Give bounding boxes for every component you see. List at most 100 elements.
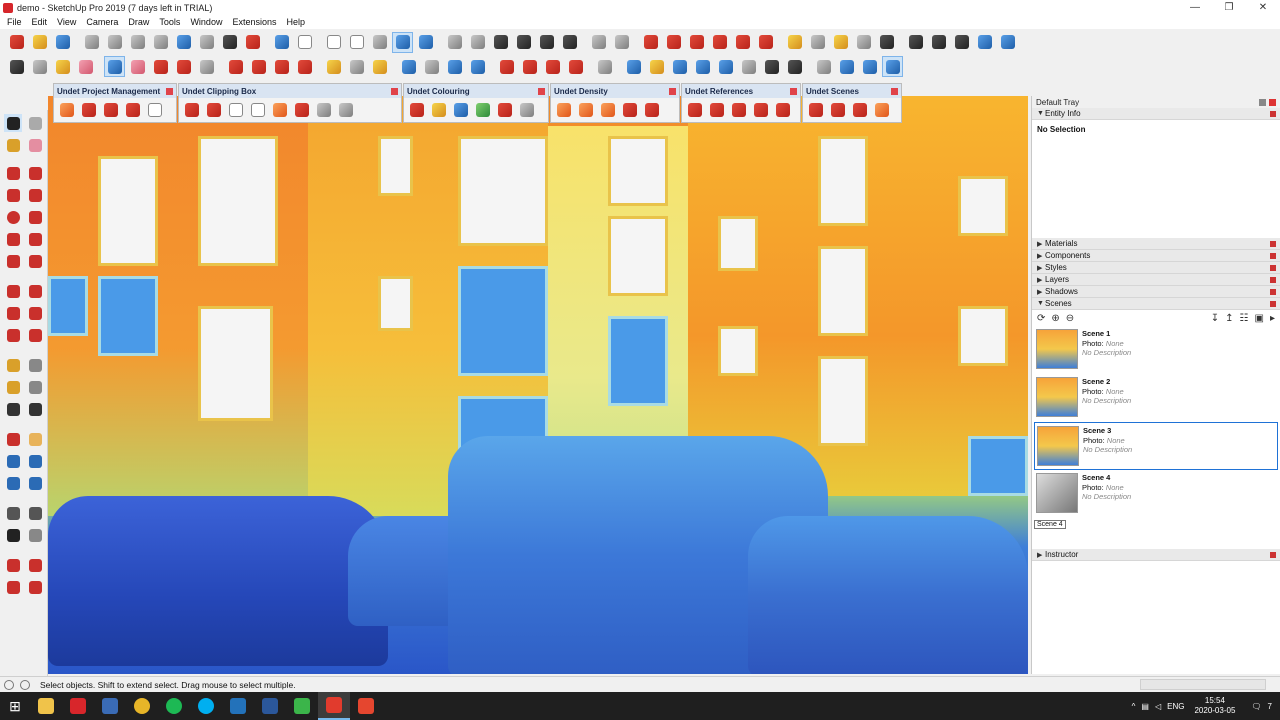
- monochrome-icon[interactable]: [415, 32, 436, 53]
- cut-icon[interactable]: [81, 32, 102, 53]
- position-camera-icon[interactable]: [594, 56, 615, 77]
- select-tool-icon[interactable]: [104, 56, 125, 77]
- offset-icon[interactable]: [755, 32, 776, 53]
- input-language[interactable]: ENG: [1167, 702, 1184, 711]
- two-point-arc-icon[interactable]: [26, 230, 44, 248]
- close-icon[interactable]: [1270, 111, 1276, 117]
- zoom-extents-icon[interactable]: [467, 56, 488, 77]
- windows-start-icon[interactable]: ⊞: [0, 692, 30, 720]
- copy-icon[interactable]: [104, 32, 125, 53]
- maximize-button[interactable]: ❐: [1212, 0, 1246, 15]
- paste-icon[interactable]: [127, 32, 148, 53]
- push-pull-icon[interactable]: [663, 32, 684, 53]
- scene-add-icon[interactable]: [806, 100, 826, 120]
- new-icon[interactable]: [6, 32, 27, 53]
- rotate-tool-icon[interactable]: [271, 56, 292, 77]
- dimension-icon[interactable]: [807, 32, 828, 53]
- layout-icon[interactable]: [997, 32, 1018, 53]
- text-icon[interactable]: [853, 32, 874, 53]
- scene-update-icon[interactable]: [828, 100, 848, 120]
- scene-item[interactable]: Scene 2 Photo: None No Description: [1034, 374, 1278, 422]
- axes-icon[interactable]: [876, 32, 897, 53]
- geo-location-icon[interactable]: [859, 56, 880, 77]
- menu-window[interactable]: Window: [185, 17, 227, 27]
- info-icon[interactable]: [20, 679, 30, 690]
- top-view-icon[interactable]: [467, 32, 488, 53]
- make-component-icon[interactable]: [29, 56, 50, 77]
- make-component-icon[interactable]: [26, 114, 44, 132]
- circle-icon[interactable]: [4, 208, 22, 226]
- clip-point-icon[interactable]: [204, 100, 224, 120]
- close-icon[interactable]: [669, 87, 676, 95]
- colour-height-icon[interactable]: [451, 100, 471, 120]
- warehouse-icon[interactable]: [928, 32, 949, 53]
- eraser-icon[interactable]: [75, 56, 96, 77]
- scale-icon[interactable]: [4, 326, 22, 344]
- zoom-extents-tool-icon[interactable]: [738, 56, 759, 77]
- orbit-icon[interactable]: [398, 56, 419, 77]
- panel-shadows[interactable]: ▶ Shadows: [1032, 286, 1280, 298]
- look-around-icon[interactable]: [26, 504, 44, 522]
- move-scene-up-icon[interactable]: ↥: [1225, 313, 1233, 324]
- menu-draw[interactable]: Draw: [123, 17, 154, 27]
- polygon-icon[interactable]: [26, 208, 44, 226]
- orbit-icon[interactable]: [4, 430, 22, 448]
- front-view-icon[interactable]: [490, 32, 511, 53]
- menu-camera[interactable]: Camera: [81, 17, 123, 27]
- line-icon[interactable]: [4, 164, 22, 182]
- follow-me-icon[interactable]: [709, 32, 730, 53]
- select-icon[interactable]: [4, 114, 22, 132]
- back-view-icon[interactable]: [536, 32, 557, 53]
- camtasia-icon[interactable]: [286, 692, 318, 720]
- clock[interactable]: 15:54 2020-03-05: [1194, 696, 1235, 716]
- undo-icon[interactable]: [173, 32, 194, 53]
- clip-icon[interactable]: [182, 100, 202, 120]
- arc-icon[interactable]: [173, 56, 194, 77]
- close-icon[interactable]: [166, 87, 173, 95]
- clip-plane-icon[interactable]: [270, 100, 290, 120]
- close-icon[interactable]: [538, 87, 545, 95]
- scene-item-selected[interactable]: Scene 3 Photo: None No Description: [1034, 422, 1278, 470]
- text-tool-icon[interactable]: [346, 56, 367, 77]
- notifications-icon[interactable]: 🗨: [1251, 702, 1261, 711]
- menu-help[interactable]: Help: [281, 17, 310, 27]
- move-icon[interactable]: [640, 32, 661, 53]
- wireframe-icon[interactable]: [323, 32, 344, 53]
- scene-play-icon[interactable]: [872, 100, 892, 120]
- remove-scene-icon[interactable]: ⊖: [1066, 313, 1074, 324]
- tape-measure-icon[interactable]: [4, 356, 22, 374]
- zoom-icon[interactable]: [444, 56, 465, 77]
- pin-icon[interactable]: [1259, 98, 1266, 106]
- rectangle-icon[interactable]: [196, 56, 217, 77]
- panel-entity-info[interactable]: ▼ Entity Info: [1032, 108, 1280, 120]
- print-icon[interactable]: [219, 32, 240, 53]
- ruby-console-icon[interactable]: [542, 56, 563, 77]
- chevron-up-icon[interactable]: ^: [1132, 702, 1136, 711]
- hidden-line-icon[interactable]: [346, 32, 367, 53]
- scene-item[interactable]: Scene 4 Photo: None No Description: [1034, 470, 1278, 518]
- layout-taskbar-icon[interactable]: [350, 692, 382, 720]
- panel-scenes[interactable]: ▼ Scenes: [1032, 298, 1280, 310]
- push-pull-tool-icon[interactable]: [225, 56, 246, 77]
- look-around-icon[interactable]: [646, 56, 667, 77]
- volume-icon[interactable]: ◁: [1155, 702, 1161, 711]
- density-high-icon[interactable]: [598, 100, 618, 120]
- model-viewport[interactable]: [48, 96, 1028, 674]
- close-icon[interactable]: [790, 87, 797, 95]
- density-auto-icon[interactable]: [642, 100, 662, 120]
- geo-location-icon[interactable]: [4, 679, 14, 690]
- colour-classification-icon[interactable]: [473, 100, 493, 120]
- panel-instructor[interactable]: ▶ Instructor: [1032, 549, 1280, 561]
- file-explorer-icon[interactable]: [30, 692, 62, 720]
- rotate-icon[interactable]: [4, 304, 22, 322]
- settings-icon[interactable]: [145, 100, 165, 120]
- sketchup-taskbar-icon[interactable]: [318, 692, 350, 720]
- sandbox-icon[interactable]: [813, 56, 834, 77]
- scale-tool-icon[interactable]: [294, 56, 315, 77]
- section-display-icon[interactable]: [611, 32, 632, 53]
- menu-edit[interactable]: Edit: [27, 17, 53, 27]
- dimension-icon[interactable]: [26, 356, 44, 374]
- right-view-icon[interactable]: [513, 32, 534, 53]
- close-icon[interactable]: [891, 87, 898, 95]
- xray-icon[interactable]: [271, 32, 292, 53]
